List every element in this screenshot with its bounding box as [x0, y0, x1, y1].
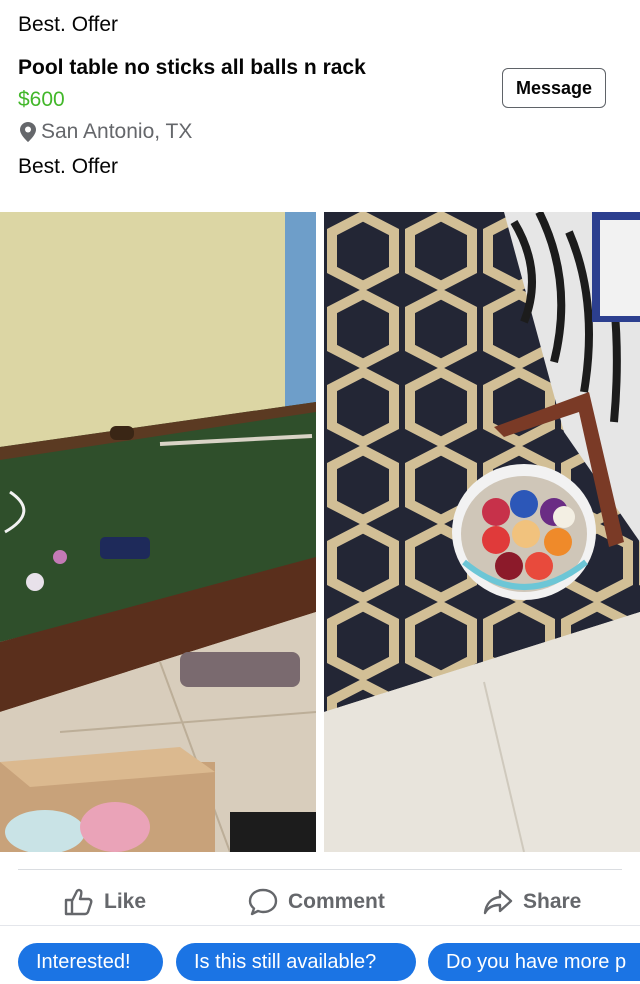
comment-label: Comment	[288, 890, 385, 913]
location-text: San Antonio, TX	[41, 120, 193, 143]
share-arrow-icon	[483, 889, 513, 915]
location-pin-icon	[20, 122, 36, 142]
share-label: Share	[523, 890, 582, 913]
like-label: Like	[104, 890, 147, 913]
comment-button[interactable]: Comment	[248, 886, 385, 918]
header-text: Best. Offer	[18, 13, 118, 36]
thumbs-up-icon	[64, 888, 93, 916]
listing-location: San Antonio, TX	[20, 120, 192, 144]
pool-table-photo[interactable]	[0, 212, 316, 852]
divider	[0, 925, 640, 926]
quick-reply-still-available[interactable]: Is this still available?	[176, 943, 416, 981]
share-button[interactable]: Share	[483, 886, 581, 918]
quick-reply-have-more[interactable]: Do you have more p	[428, 943, 640, 981]
listing-title: Pool table no sticks all balls n rack	[18, 56, 366, 79]
balls-bucket-photo[interactable]	[324, 212, 640, 852]
comment-icon	[248, 888, 278, 916]
listing-note: Best. Offer	[18, 155, 118, 178]
listing-price: $600	[18, 88, 65, 111]
like-button[interactable]: Like	[64, 886, 146, 918]
divider	[18, 869, 622, 870]
message-button[interactable]: Message	[502, 68, 606, 108]
quick-reply-interested[interactable]: Interested!	[18, 943, 163, 981]
